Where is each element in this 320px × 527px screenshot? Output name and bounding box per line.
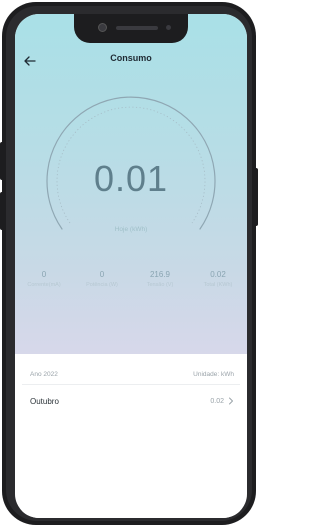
stat-label: Corrente(mA) [27, 282, 61, 288]
chevron-right-icon [229, 397, 233, 405]
stat-value: 0 [41, 270, 47, 279]
app-screen: Consumo 0.01 Hoje (kWh) 0 Corrente(mA) 0… [15, 14, 247, 518]
month-name: Outubro [30, 397, 59, 406]
stat-current: 0 Corrente(mA) [15, 270, 73, 288]
stat-power: 0 Potência (W) [73, 270, 131, 288]
speaker-grille [116, 26, 158, 30]
stat-total: 0.02 Total (KWh) [189, 270, 247, 288]
year-label: Ano 2022 [30, 371, 58, 378]
power-button [254, 168, 258, 226]
month-row-outubro[interactable]: Outubro 0.02 [22, 386, 240, 416]
stat-label: Potência (W) [86, 282, 118, 288]
stat-label: Tensão (V) [146, 282, 174, 288]
today-consumption-value: 0.01 [93, 158, 169, 199]
stat-voltage: 216.9 Tensão (V) [131, 270, 189, 288]
today-consumption-label: Hoje (kWh) [114, 226, 148, 233]
history-header: Ano 2022 Unidade: kWh [22, 363, 240, 385]
app-header: Consumo [15, 50, 247, 72]
month-value: 0.02 [210, 398, 224, 405]
camera-icon [98, 23, 107, 32]
volume-down-button [0, 192, 4, 230]
phone-notch [74, 14, 188, 43]
stats-row: 0 Corrente(mA) 0 Potência (W) 216.9 Tens… [15, 270, 247, 294]
sensor-dot [166, 25, 171, 30]
stat-value: 0.02 [210, 270, 226, 279]
history-card: Ano 2022 Unidade: kWh Outubro 0.02 [22, 363, 240, 518]
unit-label: Unidade: kWh [193, 371, 234, 378]
page-title: Consumo [110, 53, 152, 63]
consumption-gauge: 0.01 Hoje (kWh) [15, 74, 247, 254]
stat-value: 0 [99, 270, 105, 279]
volume-up-button [0, 142, 4, 180]
stat-label: Total (KWh) [203, 282, 233, 288]
stat-value: 216.9 [149, 270, 171, 279]
